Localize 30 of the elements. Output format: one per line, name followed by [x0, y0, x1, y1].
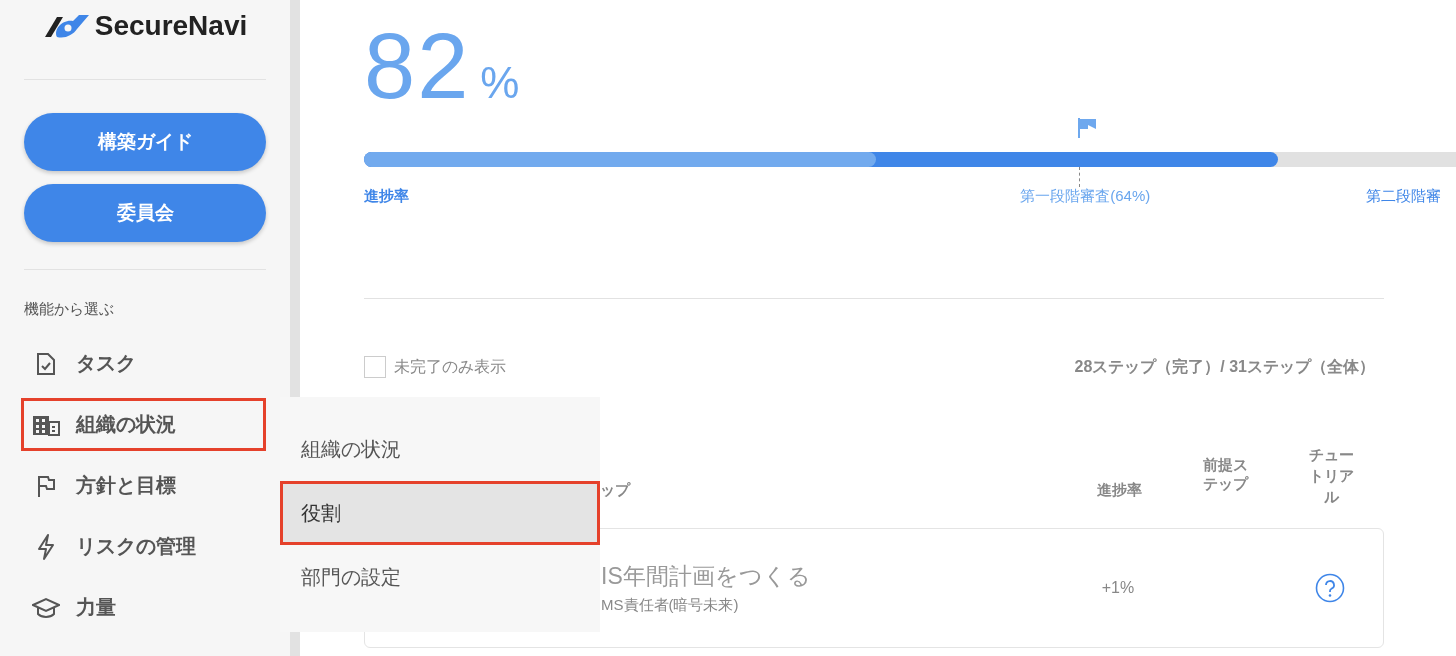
- milestone-label: 第一段階審査(64%): [1020, 187, 1151, 206]
- nav-button[interactable]: 委員会: [24, 184, 266, 242]
- flag-icon: [1077, 118, 1098, 138]
- graduation-cap-icon: [32, 596, 60, 619]
- nav-button[interactable]: 構築ガイド: [24, 113, 266, 171]
- sidebar-item[interactable]: タスク: [21, 337, 266, 390]
- column-header: チュートリアル: [1307, 444, 1355, 507]
- percent-unit: %: [480, 58, 520, 108]
- step-title: IS年間計画をつくる: [601, 562, 812, 591]
- sidebar-item[interactable]: リスクの管理: [21, 520, 266, 573]
- sidebar-item[interactable]: 方針と目標: [21, 459, 266, 512]
- sidebar-item[interactable]: 組織の状況: [21, 398, 266, 451]
- menu-item[interactable]: 組織の状況: [280, 417, 600, 481]
- progress-label: 進捗率: [364, 187, 409, 206]
- column-header: 進捗率: [1095, 479, 1143, 500]
- step-owner: MS責任者(暗号未来): [601, 596, 740, 615]
- section-label: 機能から選ぶ: [24, 300, 115, 319]
- step-count: 28ステップ（完了）/ 31ステップ（全体）: [1074, 356, 1375, 377]
- logo-text: SecureNavi: [94, 10, 248, 42]
- help-icon[interactable]: [1315, 573, 1345, 603]
- checkbox-label: 未完了のみ表示: [394, 356, 506, 377]
- building-icon: [32, 413, 60, 436]
- milestone-label: 第二段階審: [1366, 187, 1441, 206]
- checkbox[interactable]: [364, 356, 386, 378]
- column-header: 前提ステップ: [1201, 456, 1250, 494]
- column-header: ップ: [599, 479, 632, 500]
- logo-icon: [42, 13, 91, 39]
- sidebar-item[interactable]: 力量: [21, 581, 266, 634]
- progress-percent: 82: [364, 20, 471, 112]
- menu-item[interactable]: 役割: [280, 481, 600, 545]
